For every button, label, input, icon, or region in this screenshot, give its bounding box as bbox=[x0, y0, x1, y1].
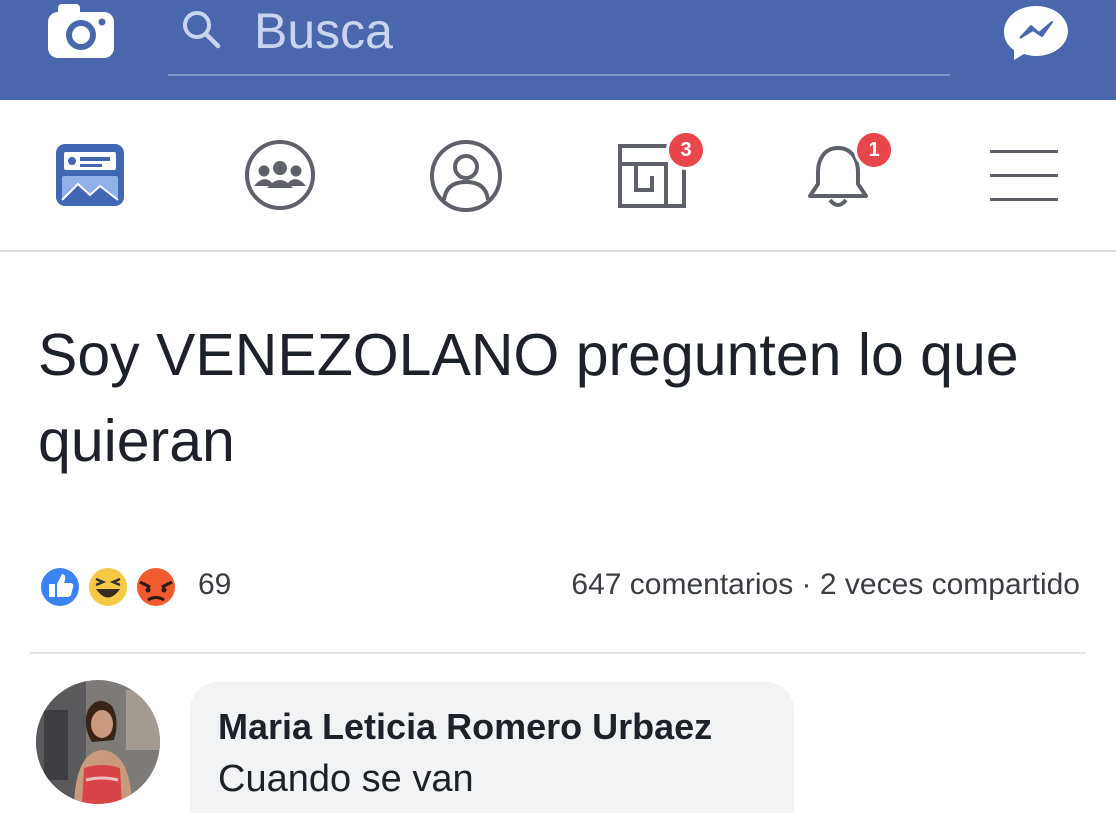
avatar[interactable] bbox=[36, 680, 160, 804]
nav-bar: 3 1 bbox=[0, 100, 1116, 252]
groups-icon[interactable] bbox=[242, 138, 318, 217]
hamburger-menu-icon[interactable] bbox=[988, 144, 1060, 213]
marketplace-badge: 3 bbox=[666, 130, 706, 170]
post-text: Soy VENEZOLANO pregunten lo que quieran bbox=[38, 322, 1019, 474]
reaction-count[interactable]: 69 bbox=[198, 568, 231, 602]
notifications-badge: 1 bbox=[854, 130, 894, 170]
top-header bbox=[0, 0, 1116, 100]
comment-bubble: Maria Leticia Romero Urbaez Cuando se va… bbox=[190, 682, 794, 813]
profile-icon[interactable] bbox=[428, 138, 504, 219]
news-feed-icon[interactable] bbox=[52, 140, 128, 215]
camera-icon[interactable] bbox=[42, 2, 120, 60]
divider bbox=[30, 652, 1086, 654]
search-input[interactable] bbox=[254, 0, 894, 62]
reaction-icons[interactable] bbox=[36, 562, 196, 612]
search-icon bbox=[180, 8, 224, 52]
comment-text: Cuando se van bbox=[218, 758, 474, 800]
post-stats[interactable]: 647 comentarios · 2 veces compartido bbox=[571, 568, 1080, 602]
comment-author[interactable]: Maria Leticia Romero Urbaez bbox=[218, 706, 712, 748]
search-bar[interactable] bbox=[168, 0, 950, 76]
messenger-icon[interactable] bbox=[1000, 2, 1072, 62]
